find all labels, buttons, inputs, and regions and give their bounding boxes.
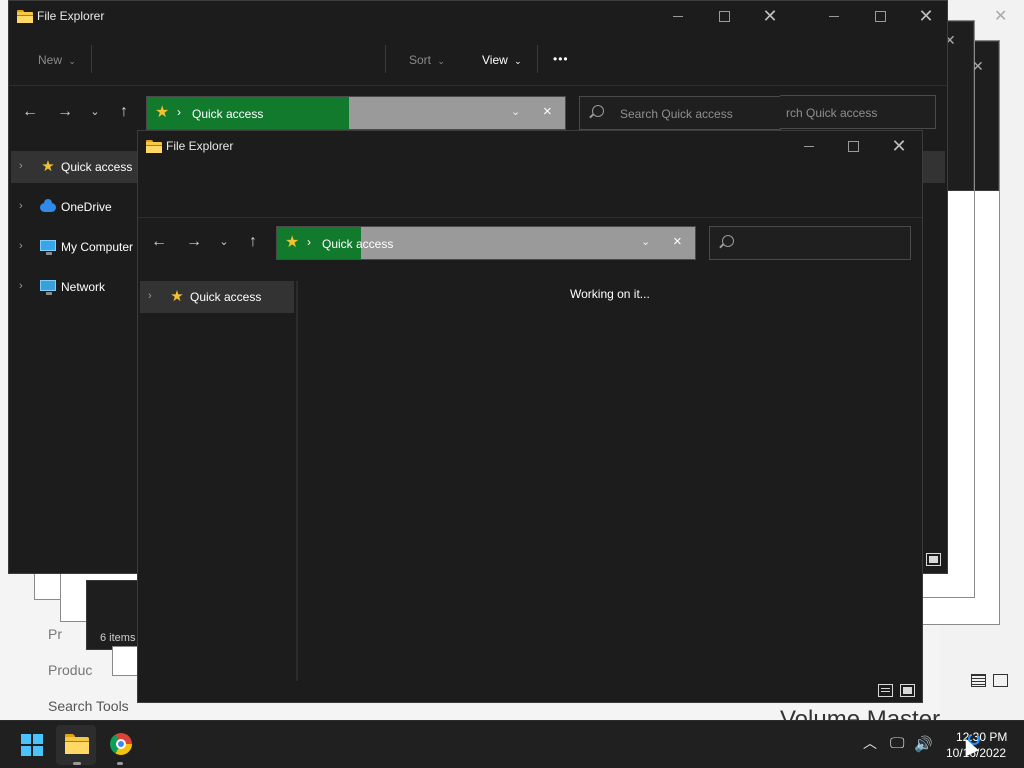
desktop-label-produc: Produc xyxy=(48,662,93,678)
chevron-right-icon[interactable]: › xyxy=(148,290,152,302)
close-icon[interactable]: × xyxy=(673,233,682,250)
nav-item-label: OneDrive xyxy=(61,200,112,214)
back-button[interactable]: ← xyxy=(18,100,42,124)
folder-icon xyxy=(146,140,162,153)
start-icon[interactable] xyxy=(21,734,43,756)
close-button[interactable]: ✕ xyxy=(884,135,914,157)
search-icon xyxy=(592,105,604,117)
desktop-label-search-tools: Search Tools xyxy=(48,698,129,714)
view-icon-details[interactable] xyxy=(878,684,893,697)
sort-label: Sort xyxy=(409,53,432,67)
more-options-button[interactable]: ••• xyxy=(553,52,569,66)
forward-button[interactable]: → xyxy=(53,100,77,124)
search-box[interactable]: Search Quick access xyxy=(579,96,781,130)
view-icon-details[interactable] xyxy=(971,674,986,687)
star-icon: ★ xyxy=(155,104,170,121)
address-bar[interactable]: ★ › Quick access ⌄ × xyxy=(276,226,696,260)
search-icon xyxy=(722,235,734,247)
chevron-right-icon[interactable]: › xyxy=(19,240,23,252)
computer-icon xyxy=(39,238,57,256)
nav-item-label: Network xyxy=(61,280,106,294)
chevron-up-icon[interactable]: ︿ xyxy=(863,733,877,753)
search-box[interactable] xyxy=(709,226,911,260)
maximize-button[interactable] xyxy=(865,5,895,27)
chevron-right-icon[interactable]: › xyxy=(19,200,23,212)
minimize-button[interactable] xyxy=(819,5,849,27)
search-box-behind[interactable]: rch Quick access xyxy=(780,95,936,129)
content-status: Working on it... xyxy=(570,287,650,301)
cloud-icon xyxy=(39,198,57,216)
desktop-label-pr: Pr xyxy=(48,626,62,642)
address-bar[interactable]: ★ › Quick access ⌄ × xyxy=(146,96,566,130)
up-button[interactable]: ↑ xyxy=(112,100,136,124)
nav-item-quick-access[interactable]: › ★ Quick access xyxy=(140,281,294,313)
chevron-right-icon: › xyxy=(307,235,311,249)
window-title: File Explorer xyxy=(166,139,234,153)
maximize-button[interactable] xyxy=(838,135,868,157)
minimize-button[interactable] xyxy=(663,5,693,27)
back-button[interactable]: ← xyxy=(147,230,171,254)
title-bar[interactable]: File Explorer ✕ xyxy=(138,131,922,161)
nav-item-label: Quick access xyxy=(61,160,133,174)
forward-button[interactable]: → xyxy=(182,230,206,254)
chevron-down-icon[interactable]: ⌄ xyxy=(641,235,650,248)
recent-locations-button[interactable]: ⌄ xyxy=(83,100,107,124)
taskbar: ︿ 🖵 🔊 12:30 PM 10/16/2022 xyxy=(0,720,1024,768)
network-icon xyxy=(39,278,57,296)
search-placeholder: rch Quick access xyxy=(786,106,878,120)
divider xyxy=(91,45,92,73)
folder-icon xyxy=(17,10,33,23)
network-icon[interactable]: 🖵 xyxy=(890,735,904,752)
commandbar-divider xyxy=(9,85,947,86)
status-item-count: 6 items xyxy=(100,632,136,644)
chevron-right-icon: › xyxy=(177,105,181,119)
pane-splitter[interactable] xyxy=(296,281,298,681)
star-icon: ★ xyxy=(41,158,55,175)
close-icon[interactable]: ✕ xyxy=(994,6,1007,26)
view-icon-tiles[interactable] xyxy=(900,684,915,697)
file-explorer-icon[interactable] xyxy=(65,734,89,754)
divider xyxy=(537,45,538,73)
chevron-down-icon: ⌄ xyxy=(514,56,522,66)
recent-locations-button[interactable]: ⌄ xyxy=(212,230,236,254)
minimize-button[interactable] xyxy=(794,135,824,157)
view-icon-tiles[interactable] xyxy=(926,553,941,566)
chevron-down-icon: ⌄ xyxy=(437,56,445,66)
title-bar[interactable]: File Explorer ✕ ✕ xyxy=(9,1,947,31)
address-location[interactable]: Quick access xyxy=(192,107,263,121)
nav-item-label: Quick access xyxy=(190,290,262,304)
chrome-icon[interactable] xyxy=(110,733,132,755)
divider xyxy=(385,45,386,73)
chevron-down-icon: ⌄ xyxy=(68,56,76,66)
file-explorer-window-front[interactable]: File Explorer ✕ ← → ⌄ ↑ ★ › Quick access… xyxy=(137,130,923,703)
chevron-right-icon[interactable]: › xyxy=(19,280,23,292)
star-icon: ★ xyxy=(285,234,300,251)
close-button[interactable]: ✕ xyxy=(755,5,785,27)
chevron-down-icon[interactable]: ⌄ xyxy=(511,105,520,118)
view-icon-tiles[interactable] xyxy=(993,674,1008,687)
close-icon[interactable]: × xyxy=(543,103,552,120)
up-button[interactable]: ↑ xyxy=(241,230,265,254)
volume-icon[interactable]: 🔊 xyxy=(914,735,933,753)
new-label: New xyxy=(38,53,63,67)
view-button[interactable]: View ⌄ xyxy=(482,53,522,67)
sort-button[interactable]: Sort ⌄ xyxy=(409,53,445,67)
navigation-pane[interactable]: › ★ Quick access xyxy=(138,277,296,681)
address-location[interactable]: Quick access xyxy=(322,237,393,251)
maximize-button[interactable] xyxy=(709,5,739,27)
chevron-right-icon[interactable]: › xyxy=(19,160,23,172)
commandbar-divider xyxy=(138,217,922,218)
window-title: File Explorer xyxy=(37,9,105,23)
new-button[interactable]: New ⌄ xyxy=(38,53,76,67)
toolbar-area xyxy=(138,161,922,217)
nav-item-label: My Computer xyxy=(61,240,134,254)
view-label: View xyxy=(482,53,508,67)
close-button[interactable]: ✕ xyxy=(911,5,941,27)
running-indicator xyxy=(117,762,123,765)
star-icon: ★ xyxy=(170,288,184,305)
running-indicator xyxy=(73,762,81,765)
search-placeholder: Search Quick access xyxy=(620,107,733,121)
close-icon[interactable]: ✕ xyxy=(972,58,984,75)
